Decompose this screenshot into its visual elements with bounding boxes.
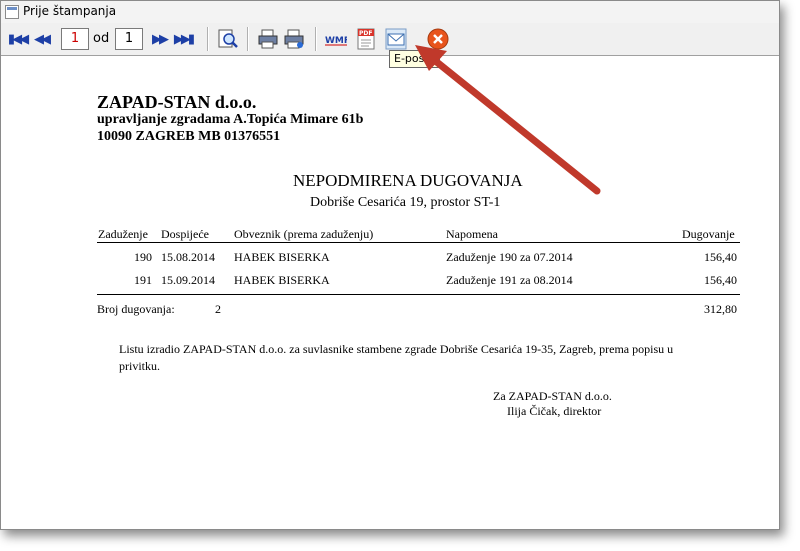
print-preview-window: Prije štampanja ▮◀◀ ◀◀ 1 od 1 ▶▶ ▶▶▮ WM … xyxy=(0,0,780,530)
annotation-arrow xyxy=(415,45,601,195)
